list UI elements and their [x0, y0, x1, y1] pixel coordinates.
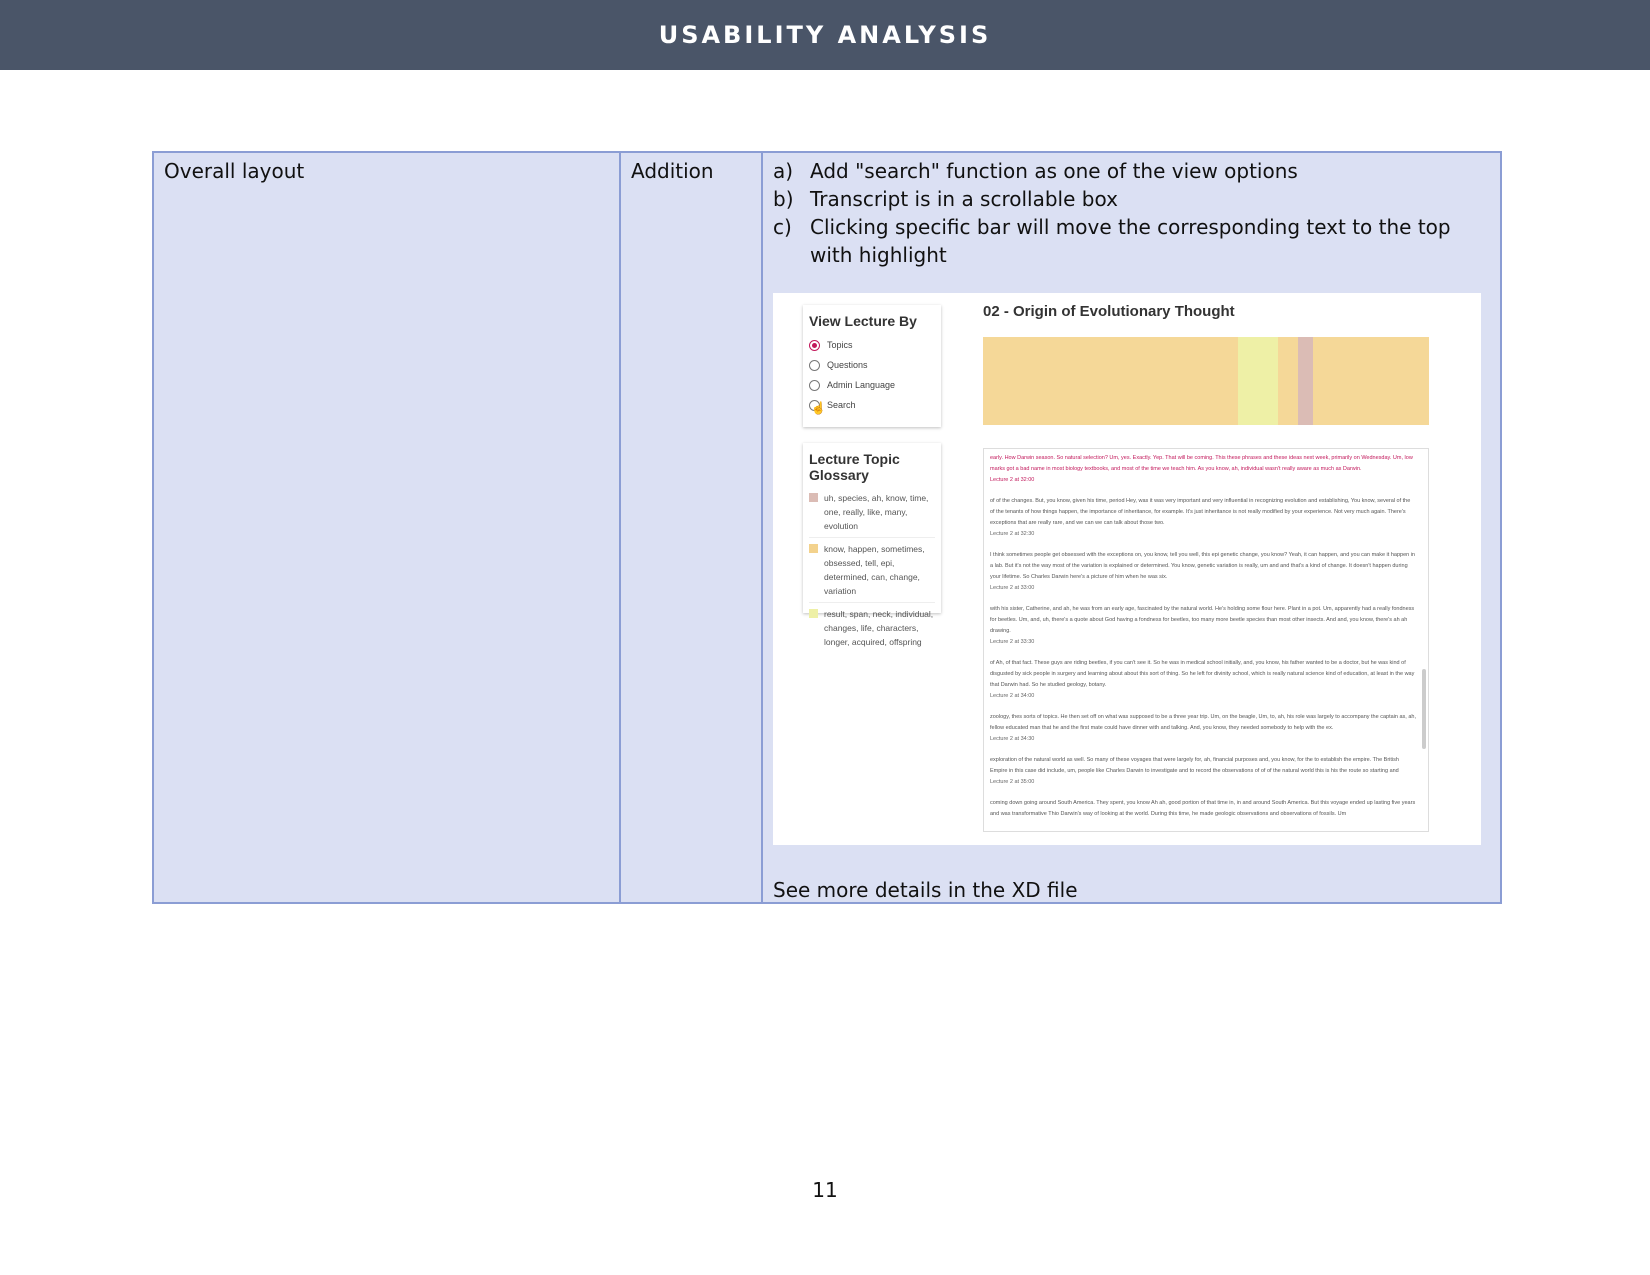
note-item: c) Clicking specific bar will move the co… — [773, 213, 1490, 269]
notes-list: a) Add "search" function as one of the vi… — [773, 157, 1490, 269]
transcript-text: of of the changes. But, you know, given … — [990, 498, 1411, 526]
transcript-text: exploration of the natural world as well… — [990, 757, 1399, 774]
view-lecture-by-card: View Lecture By Topics Questions Admin L… — [803, 305, 941, 427]
transcript-text: with his sister, Catherine, and ah, he w… — [990, 606, 1415, 634]
transcript-text: early. How Darwin season. So natural sel… — [990, 455, 1413, 472]
note-text: Clicking specific bar will move the corr… — [810, 215, 1451, 267]
see-more-note: See more details in the XD file — [773, 878, 1078, 902]
topic-bar-segment[interactable] — [1238, 337, 1278, 425]
area-label: Overall layout — [164, 159, 305, 183]
glossary-text: know, happen, sometimes, obsessed, tell,… — [824, 544, 925, 596]
transcript-text: coming down going around South America. … — [990, 800, 1416, 817]
topic-bar-strip[interactable] — [983, 337, 1429, 425]
swatch-orange — [809, 544, 818, 553]
transcript-time: Lecture 2 at 35:00 — [990, 779, 1035, 785]
glossary-item[interactable]: know, happen, sometimes, obsessed, tell,… — [809, 538, 935, 603]
glossary-title: Lecture Topic Glossary — [809, 451, 900, 483]
note-item: b) Transcript is in a scrollable box — [773, 185, 1490, 213]
radio-label: Search — [827, 400, 856, 410]
transcript-time: Lecture 2 at 32:30 — [990, 531, 1035, 537]
radio-option-search[interactable]: Search ☝ — [809, 395, 935, 415]
radio-selected-icon[interactable] — [809, 339, 820, 351]
radio-label: Topics — [827, 340, 853, 350]
radio-option-questions[interactable]: Questions — [809, 355, 935, 375]
transcript-entry: of of the changes. But, you know, given … — [990, 496, 1416, 540]
glossary-text: result, span, neck, individual, changes,… — [824, 609, 934, 647]
transcript-time: Lecture 2 at 33:30 — [990, 639, 1035, 645]
radio-label: Admin Language — [827, 380, 896, 390]
view-lecture-by-title: View Lecture By — [809, 313, 917, 329]
note-marker: b) — [773, 187, 794, 211]
radio-option-topics[interactable]: Topics — [809, 335, 935, 355]
transcript-entry: early. How Darwin season. So natural sel… — [990, 453, 1416, 486]
transcript-entry: coming down going around South America. … — [990, 798, 1416, 820]
radio-option-admin-language[interactable]: Admin Language — [809, 375, 935, 395]
page-header-title: USABILITY ANALYSIS — [658, 21, 992, 49]
table-cell-area: Overall layout — [154, 153, 621, 902]
glossary-text: uh, species, ah, know, time, one, really… — [824, 493, 929, 531]
glossary-card: Lecture Topic Glossary uh, species, ah, … — [803, 443, 941, 647]
transcript-entry: of Ah, of that fact. These guys are ridi… — [990, 658, 1416, 702]
hand-cursor-icon: ☝ — [811, 401, 826, 415]
transcript-time: Lecture 2 at 34:30 — [990, 736, 1035, 742]
header-bar: USABILITY ANALYSIS — [0, 0, 1650, 70]
note-item: a) Add "search" function as one of the vi… — [773, 157, 1490, 185]
transcript-time: Lecture 2 at 34:00 — [990, 693, 1035, 699]
transcript-entry: zoology, thes sorts of topics. He then s… — [990, 712, 1416, 745]
transcript-text: zoology, thes sorts of topics. He then s… — [990, 714, 1416, 731]
transcript-entry: with his sister, Catherine, and ah, he w… — [990, 604, 1416, 648]
transcript-text: of Ah, of that fact. These guys are ridi… — [990, 660, 1415, 688]
note-marker: a) — [773, 159, 794, 183]
swatch-pink — [809, 493, 818, 502]
table-cell-description: a) Add "search" function as one of the vi… — [763, 153, 1500, 902]
transcript-time: Lecture 2 at 32:00 — [990, 477, 1035, 483]
transcript-scrollbar[interactable] — [1422, 669, 1426, 749]
note-marker: c) — [773, 215, 792, 239]
transcript-entry: exploration of the natural world as well… — [990, 755, 1416, 788]
type-label: Addition — [631, 159, 714, 183]
lecture-title: 02 - Origin of Evolutionary Thought — [983, 303, 1235, 320]
transcript-time: Lecture 2 at 33:00 — [990, 585, 1035, 591]
note-text: Add "search" function as one of the view… — [810, 159, 1298, 183]
mockup-screenshot: View Lecture By Topics Questions Admin L… — [773, 293, 1481, 845]
note-text: Transcript is in a scrollable box — [810, 187, 1118, 211]
radio-icon[interactable] — [809, 359, 820, 371]
mockup-canvas: View Lecture By Topics Questions Admin L… — [773, 293, 1481, 845]
glossary-item[interactable]: result, span, neck, individual, changes,… — [809, 603, 935, 653]
glossary-item[interactable]: uh, species, ah, know, time, one, really… — [809, 487, 935, 538]
radio-label: Questions — [827, 360, 868, 370]
topic-bar-segment[interactable] — [1298, 337, 1313, 425]
transcript-entry: I think sometimes people get obsessed wi… — [990, 550, 1416, 594]
page-number: 11 — [812, 1178, 838, 1202]
transcript-box[interactable]: early. How Darwin season. So natural sel… — [983, 448, 1429, 832]
radio-icon[interactable] — [809, 379, 820, 391]
swatch-yellow — [809, 609, 818, 618]
transcript-text: I think sometimes people get obsessed wi… — [990, 552, 1415, 580]
table-cell-type: Addition — [621, 153, 763, 902]
usability-table: Overall layout Addition a) Add "search" f… — [152, 151, 1502, 904]
